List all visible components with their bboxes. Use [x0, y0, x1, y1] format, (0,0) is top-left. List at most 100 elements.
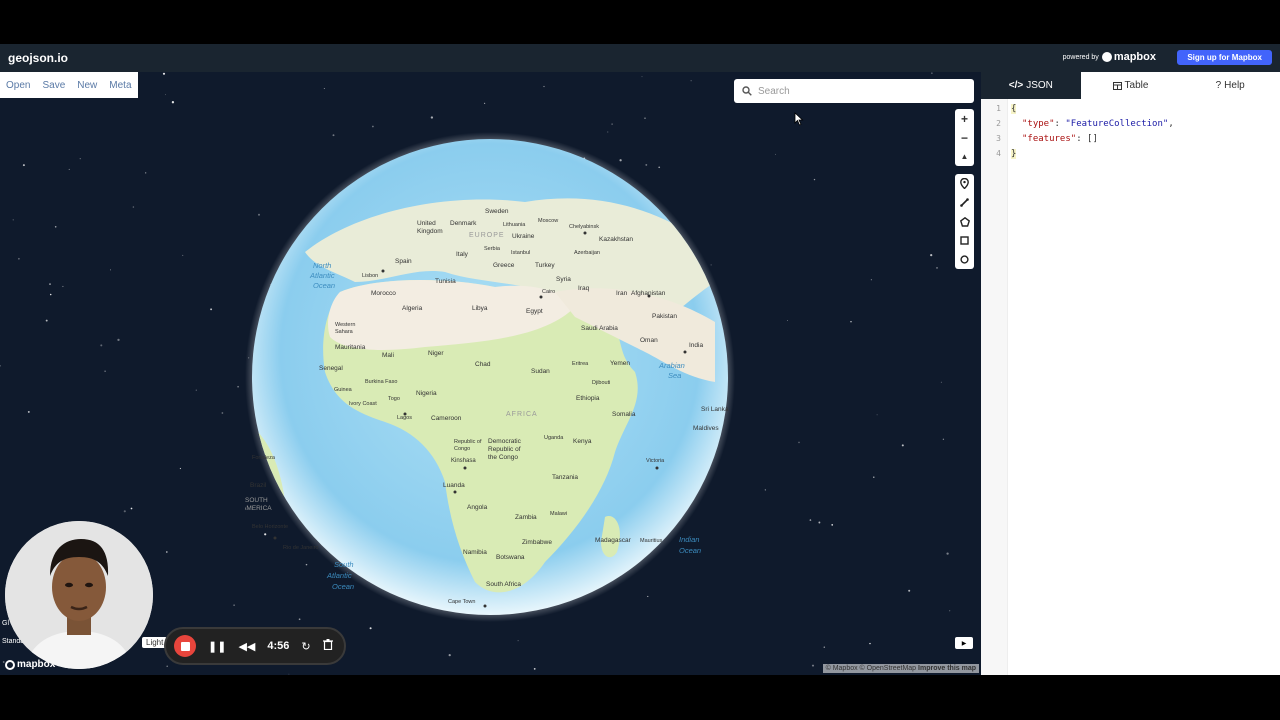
mapbox-brand: mapbox [1101, 51, 1156, 63]
svg-text:Burkina Faso: Burkina Faso [365, 379, 397, 385]
star [764, 489, 766, 491]
meta-menu-item[interactable]: Meta [109, 80, 131, 91]
powered-by-label: powered by [1062, 53, 1099, 61]
globe[interactable]: Sweden United Kingdom Denmark Lithuania … [242, 132, 735, 622]
svg-text:Cairo: Cairo [542, 289, 555, 295]
svg-text:Greece: Greece [493, 262, 515, 269]
star [813, 178, 816, 181]
star [54, 226, 57, 228]
svg-text:Ocean: Ocean [332, 582, 354, 591]
svg-text:Cape Town: Cape Town [448, 599, 475, 605]
marker-icon [960, 178, 969, 189]
svg-text:Iraq: Iraq [578, 285, 590, 292]
svg-text:Uganda: Uganda [544, 435, 564, 441]
star [946, 552, 949, 555]
svg-text:Lithuania: Lithuania [503, 222, 526, 228]
star [100, 344, 103, 347]
svg-text:Mali: Mali [382, 352, 394, 359]
star [823, 646, 826, 648]
star [430, 116, 434, 119]
panel-tabs: </> JSON Table ? Help [981, 72, 1280, 99]
presenter-avatar [5, 521, 153, 669]
star [369, 627, 372, 630]
line-icon [960, 198, 969, 207]
star [931, 72, 933, 74]
pause-button[interactable]: ❚❚ [208, 640, 226, 653]
search-input[interactable] [758, 85, 958, 97]
star [27, 410, 30, 413]
star [940, 381, 942, 383]
line-tool-button[interactable] [955, 193, 974, 212]
svg-text:Namibia: Namibia [463, 549, 487, 556]
attribution-text[interactable]: © Mapbox © OpenStreetMap [826, 665, 916, 672]
json-key: "features" [1022, 133, 1077, 144]
svg-text:EUROPE: EUROPE [469, 232, 505, 239]
svg-text:Kenya: Kenya [573, 438, 592, 445]
svg-text:Somalia: Somalia [612, 411, 636, 418]
svg-text:Chelyabinsk: Chelyabinsk [569, 224, 599, 230]
star [644, 117, 646, 119]
panel-toggle-button[interactable]: ▶ [955, 637, 973, 649]
zoom-in-button[interactable]: + [955, 109, 974, 128]
svg-text:Republic of: Republic of [488, 446, 521, 453]
star [942, 438, 945, 440]
svg-text:Angola: Angola [467, 504, 488, 511]
save-menu-item[interactable]: Save [42, 80, 65, 91]
search-box[interactable] [734, 79, 974, 103]
star [110, 269, 111, 271]
tab-json[interactable]: </> JSON [981, 72, 1081, 99]
new-menu-item[interactable]: New [77, 80, 97, 91]
svg-text:Turkey: Turkey [535, 262, 555, 269]
marker-tool-button[interactable] [955, 174, 974, 193]
pause-icon: ❚❚ [208, 640, 227, 653]
star [132, 206, 135, 208]
svg-text:Maldives: Maldives [693, 425, 719, 432]
code-line: 3 "features": [] [981, 131, 1098, 146]
circle-tool-button[interactable] [955, 250, 974, 269]
rectangle-tool-button[interactable] [955, 231, 974, 250]
delete-recording-button[interactable] [322, 639, 333, 653]
improve-map-link[interactable]: Improve this map [918, 665, 976, 672]
star [221, 412, 224, 414]
svg-text:Malawi: Malawi [550, 511, 567, 517]
powered-by: powered by mapbox [1063, 51, 1156, 63]
star [517, 640, 519, 642]
mouse-cursor-icon [794, 112, 804, 126]
star [166, 665, 168, 668]
star [809, 519, 812, 521]
code-line: 2 "type": "FeatureCollection", [981, 116, 1174, 131]
signup-button[interactable]: Sign up for Mapbox [1177, 50, 1272, 65]
star [104, 370, 106, 373]
svg-text:Yemen: Yemen [610, 360, 630, 367]
zoom-out-button[interactable]: − [955, 128, 974, 147]
star [117, 338, 120, 342]
screen-recorder-bar: ❚❚ ◀◀ 4:56 ↻ [164, 627, 346, 665]
tab-help-label: Help [1224, 80, 1245, 91]
star [22, 164, 25, 167]
tab-table-label: Table [1124, 80, 1149, 91]
line-number: 4 [996, 149, 1001, 158]
star [233, 604, 235, 606]
star [543, 85, 545, 88]
rectangle-icon [960, 236, 969, 245]
restart-button[interactable]: ↻ [301, 640, 310, 653]
json-value: [] [1087, 133, 1098, 144]
svg-text:Senegal: Senegal [319, 365, 343, 372]
tab-table[interactable]: Table [1081, 72, 1181, 99]
star [165, 94, 166, 96]
star [786, 320, 788, 321]
polygon-tool-button[interactable] [955, 212, 974, 231]
svg-text:Kinshasa: Kinshasa [451, 458, 476, 464]
star [182, 254, 184, 256]
stop-recording-button[interactable] [174, 635, 196, 657]
tab-help[interactable]: ? Help [1180, 72, 1280, 99]
polygon-icon [959, 216, 970, 227]
open-menu-item[interactable]: Open [6, 80, 30, 91]
svg-text:Ocean: Ocean [679, 546, 701, 555]
file-menu: Open Save New Meta [0, 72, 138, 98]
rewind-button[interactable]: ◀◀ [238, 640, 255, 653]
json-editor[interactable]: 1 { 2 "type": "FeatureCollection", 3 "fe… [981, 99, 1280, 675]
code-text: "features": [] [1022, 133, 1098, 144]
star [876, 414, 878, 416]
compass-button[interactable]: ▲ [955, 147, 974, 166]
